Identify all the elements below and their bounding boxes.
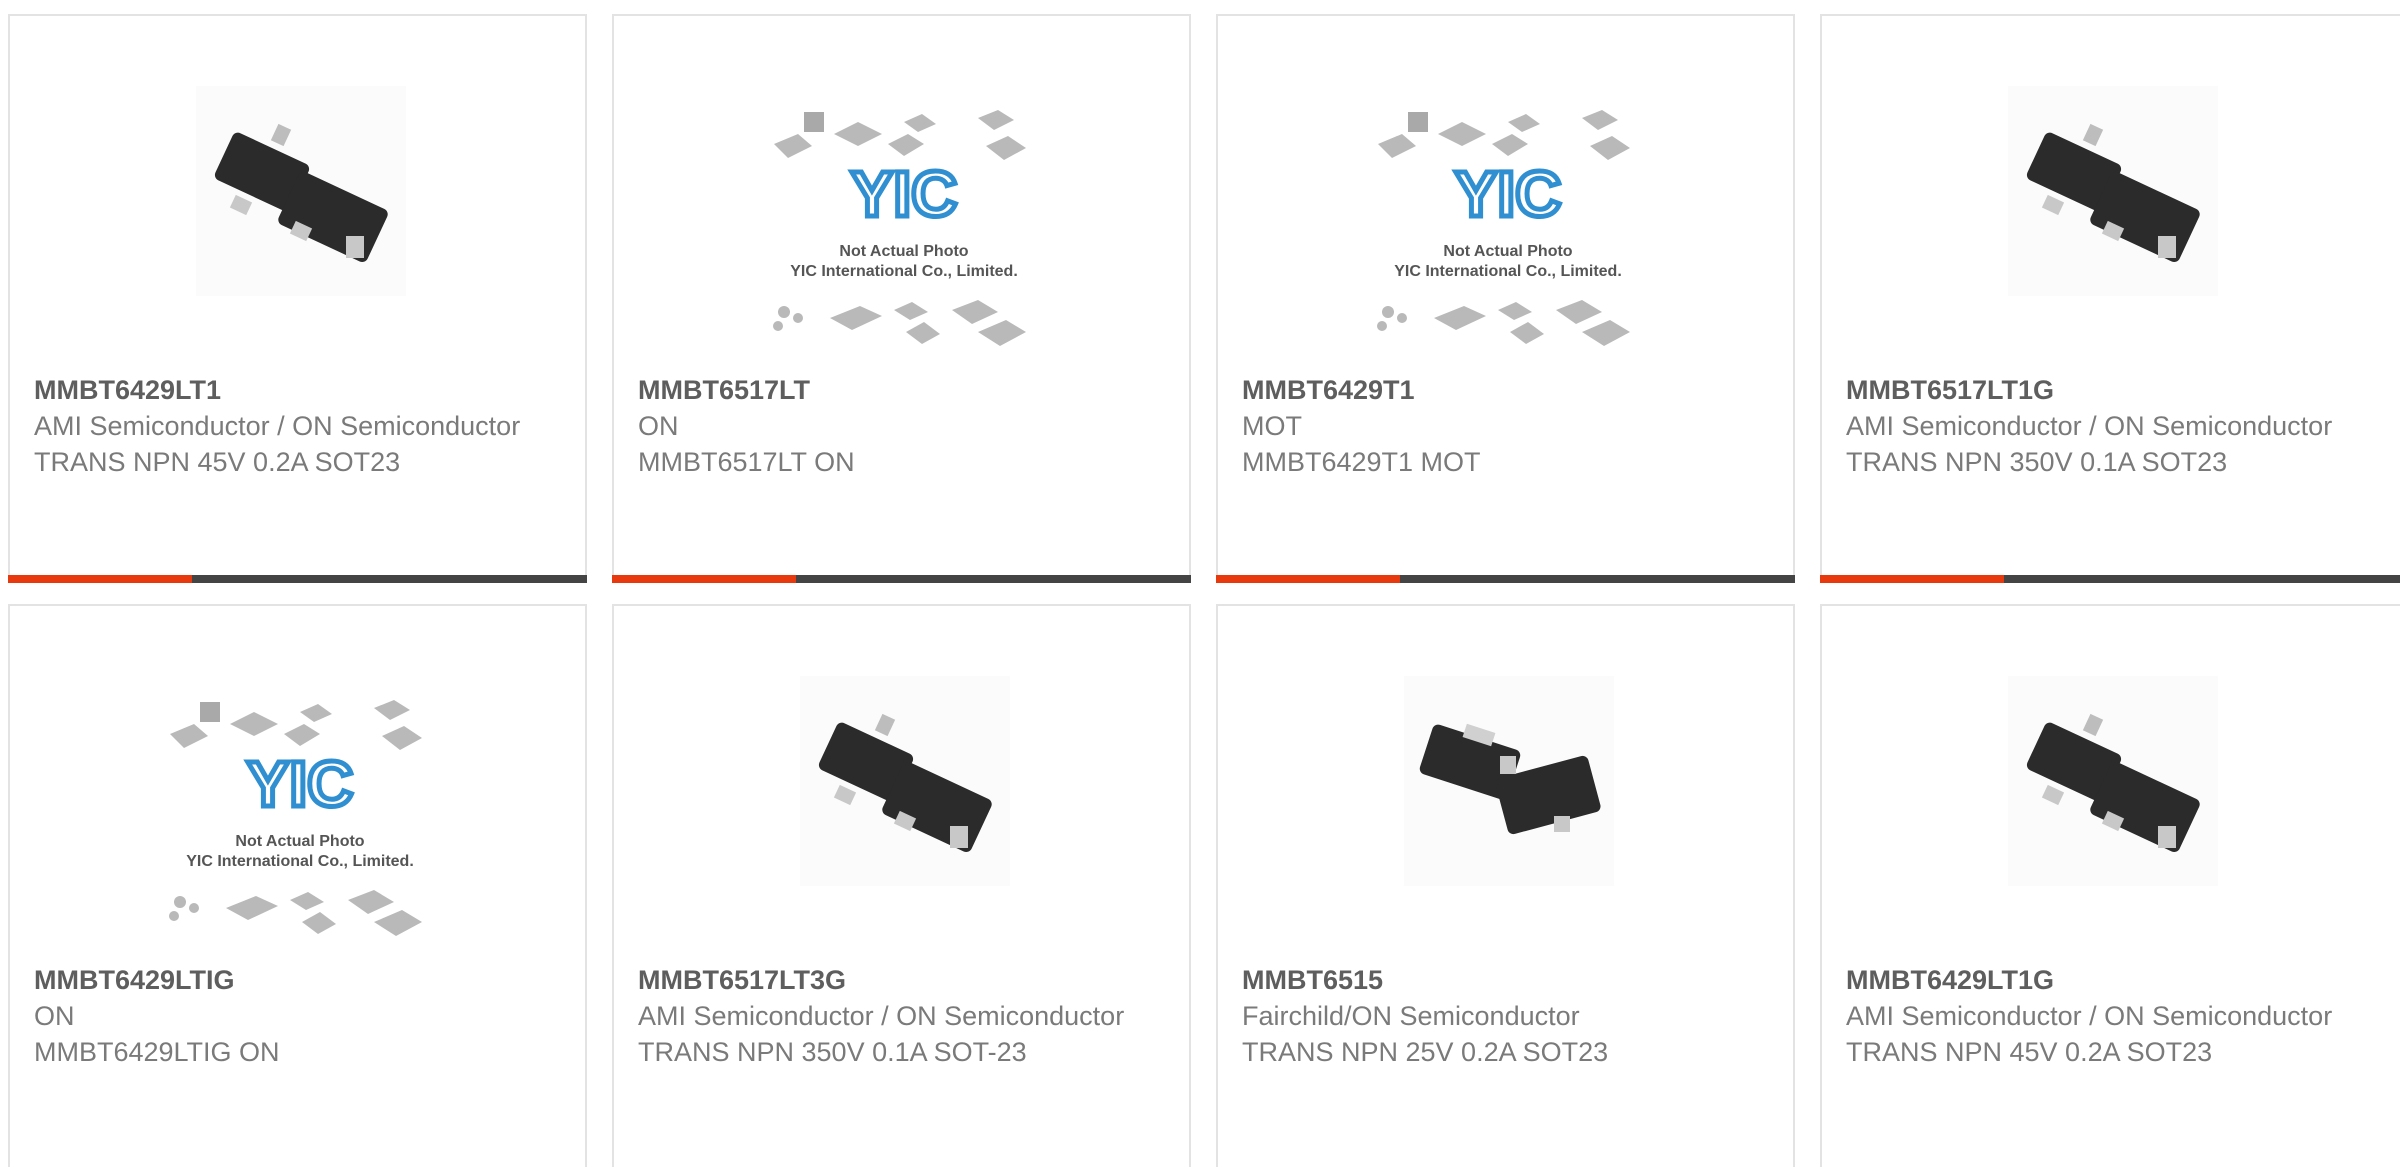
product-image[interactable]: YIC Not Actual Photo YIC International C… (614, 16, 1189, 356)
product-image[interactable]: YIC Not Actual Photo YIC International C… (10, 606, 585, 946)
sot23-chip-image (2008, 86, 2218, 296)
product-card[interactable]: YIC Not Actual Photo YIC International C… (8, 604, 587, 1167)
product-image[interactable] (10, 16, 585, 356)
product-card[interactable]: YIC Not Actual Photo YIC International C… (1216, 14, 1795, 583)
sot23-chip-image (196, 86, 406, 296)
svg-text:YIC International Co., Limited: YIC International Co., Limited. (1394, 263, 1622, 280)
product-info: MMBT6429LTIG ON MMBT6429LTIG ON (34, 962, 565, 1070)
manufacturer-text: ON (638, 411, 679, 441)
product-image[interactable] (1822, 606, 2400, 946)
part-number-link[interactable]: MMBT6515 (1242, 962, 1773, 998)
product-info: MMBT6429LT1 AMI Semiconductor / ON Semic… (34, 372, 565, 480)
product-card[interactable]: MMBT6429LT1G AMI Semiconductor / ON Semi… (1820, 604, 2400, 1167)
svg-text:YIC: YIC (1455, 158, 1562, 230)
card-accent-bar (1216, 575, 1795, 583)
product-card[interactable]: MMBT6517LT3G AMI Semiconductor / ON Semi… (612, 604, 1191, 1167)
description-text: MMBT6429T1 MOT (1242, 447, 1481, 477)
product-info: MMBT6515 Fairchild/ON Semiconductor TRAN… (1242, 962, 1773, 1070)
product-info: MMBT6517LT1G AMI Semiconductor / ON Semi… (1846, 372, 2380, 480)
description-text: TRANS NPN 45V 0.2A SOT23 (1846, 1037, 2213, 1067)
manufacturer-text: AMI Semiconductor / ON Semiconductor (34, 411, 521, 441)
description-text: TRANS NPN 45V 0.2A SOT23 (34, 447, 401, 477)
description-text: TRANS NPN 25V 0.2A SOT23 (1242, 1037, 1609, 1067)
part-number-link[interactable]: MMBT6429LT1 (34, 372, 565, 408)
not-actual-photo-image: YIC Not Actual Photo YIC International C… (169, 700, 422, 936)
manufacturer-text: Fairchild/ON Semiconductor (1242, 1001, 1580, 1031)
product-info: MMBT6429LT1G AMI Semiconductor / ON Semi… (1846, 962, 2380, 1070)
sot23-chip-image (2008, 676, 2218, 886)
part-number-link[interactable]: MMBT6517LT1G (1846, 372, 2380, 408)
svg-text:Not Actual Photo: Not Actual Photo (839, 243, 968, 260)
not-actual-photo-image: YIC Not Actual Photo YIC International C… (773, 110, 1026, 346)
description-text: MMBT6517LT ON (638, 447, 855, 477)
product-info: MMBT6517LT ON MMBT6517LT ON (638, 372, 1169, 480)
product-image[interactable] (614, 606, 1189, 946)
product-grid: MMBT6429LT1 AMI Semiconductor / ON Semic… (0, 0, 2400, 1167)
part-number-link[interactable]: MMBT6517LT3G (638, 962, 1169, 998)
svg-text:Not Actual Photo: Not Actual Photo (235, 833, 364, 850)
not-actual-photo-image: YIC Not Actual Photo YIC International C… (1377, 110, 1630, 346)
manufacturer-text: AMI Semiconductor / ON Semiconductor (1846, 1001, 2333, 1031)
manufacturer-text: MOT (1242, 411, 1302, 441)
manufacturer-text: ON (34, 1001, 75, 1031)
product-info: MMBT6517LT3G AMI Semiconductor / ON Semi… (638, 962, 1169, 1070)
description-text: TRANS NPN 350V 0.1A SOT-23 (638, 1037, 1027, 1067)
card-accent-bar (612, 575, 1191, 583)
part-number-link[interactable]: MMBT6429LTIG (34, 962, 565, 998)
sot23-chip-image (1404, 676, 1614, 886)
part-number-link[interactable]: MMBT6429T1 (1242, 372, 1773, 408)
manufacturer-text: AMI Semiconductor / ON Semiconductor (638, 1001, 1125, 1031)
product-card[interactable]: YIC Not Actual Photo YIC International C… (612, 14, 1191, 583)
description-text: MMBT6429LTIG ON (34, 1037, 280, 1067)
part-number-link[interactable]: MMBT6517LT (638, 372, 1169, 408)
part-number-link[interactable]: MMBT6429LT1G (1846, 962, 2380, 998)
product-card[interactable]: MMBT6429LT1 AMI Semiconductor / ON Semic… (8, 14, 587, 583)
product-image[interactable]: YIC Not Actual Photo YIC International C… (1218, 16, 1793, 356)
manufacturer-text: AMI Semiconductor / ON Semiconductor (1846, 411, 2333, 441)
svg-text:YIC International Co., Limited: YIC International Co., Limited. (186, 853, 414, 870)
product-image[interactable] (1822, 16, 2400, 356)
product-card[interactable]: MMBT6515 Fairchild/ON Semiconductor TRAN… (1216, 604, 1795, 1167)
svg-text:Not Actual Photo: Not Actual Photo (1443, 243, 1572, 260)
card-accent-bar (8, 575, 587, 583)
product-image[interactable] (1218, 606, 1793, 946)
svg-text:YIC: YIC (851, 158, 958, 230)
svg-text:YIC International Co., Limited: YIC International Co., Limited. (790, 263, 1018, 280)
description-text: TRANS NPN 350V 0.1A SOT23 (1846, 447, 2228, 477)
card-accent-bar (1820, 575, 2400, 583)
svg-text:YIC: YIC (247, 748, 354, 820)
sot23-chip-image (800, 676, 1010, 886)
product-info: MMBT6429T1 MOT MMBT6429T1 MOT (1242, 372, 1773, 480)
product-card[interactable]: MMBT6517LT1G AMI Semiconductor / ON Semi… (1820, 14, 2400, 583)
